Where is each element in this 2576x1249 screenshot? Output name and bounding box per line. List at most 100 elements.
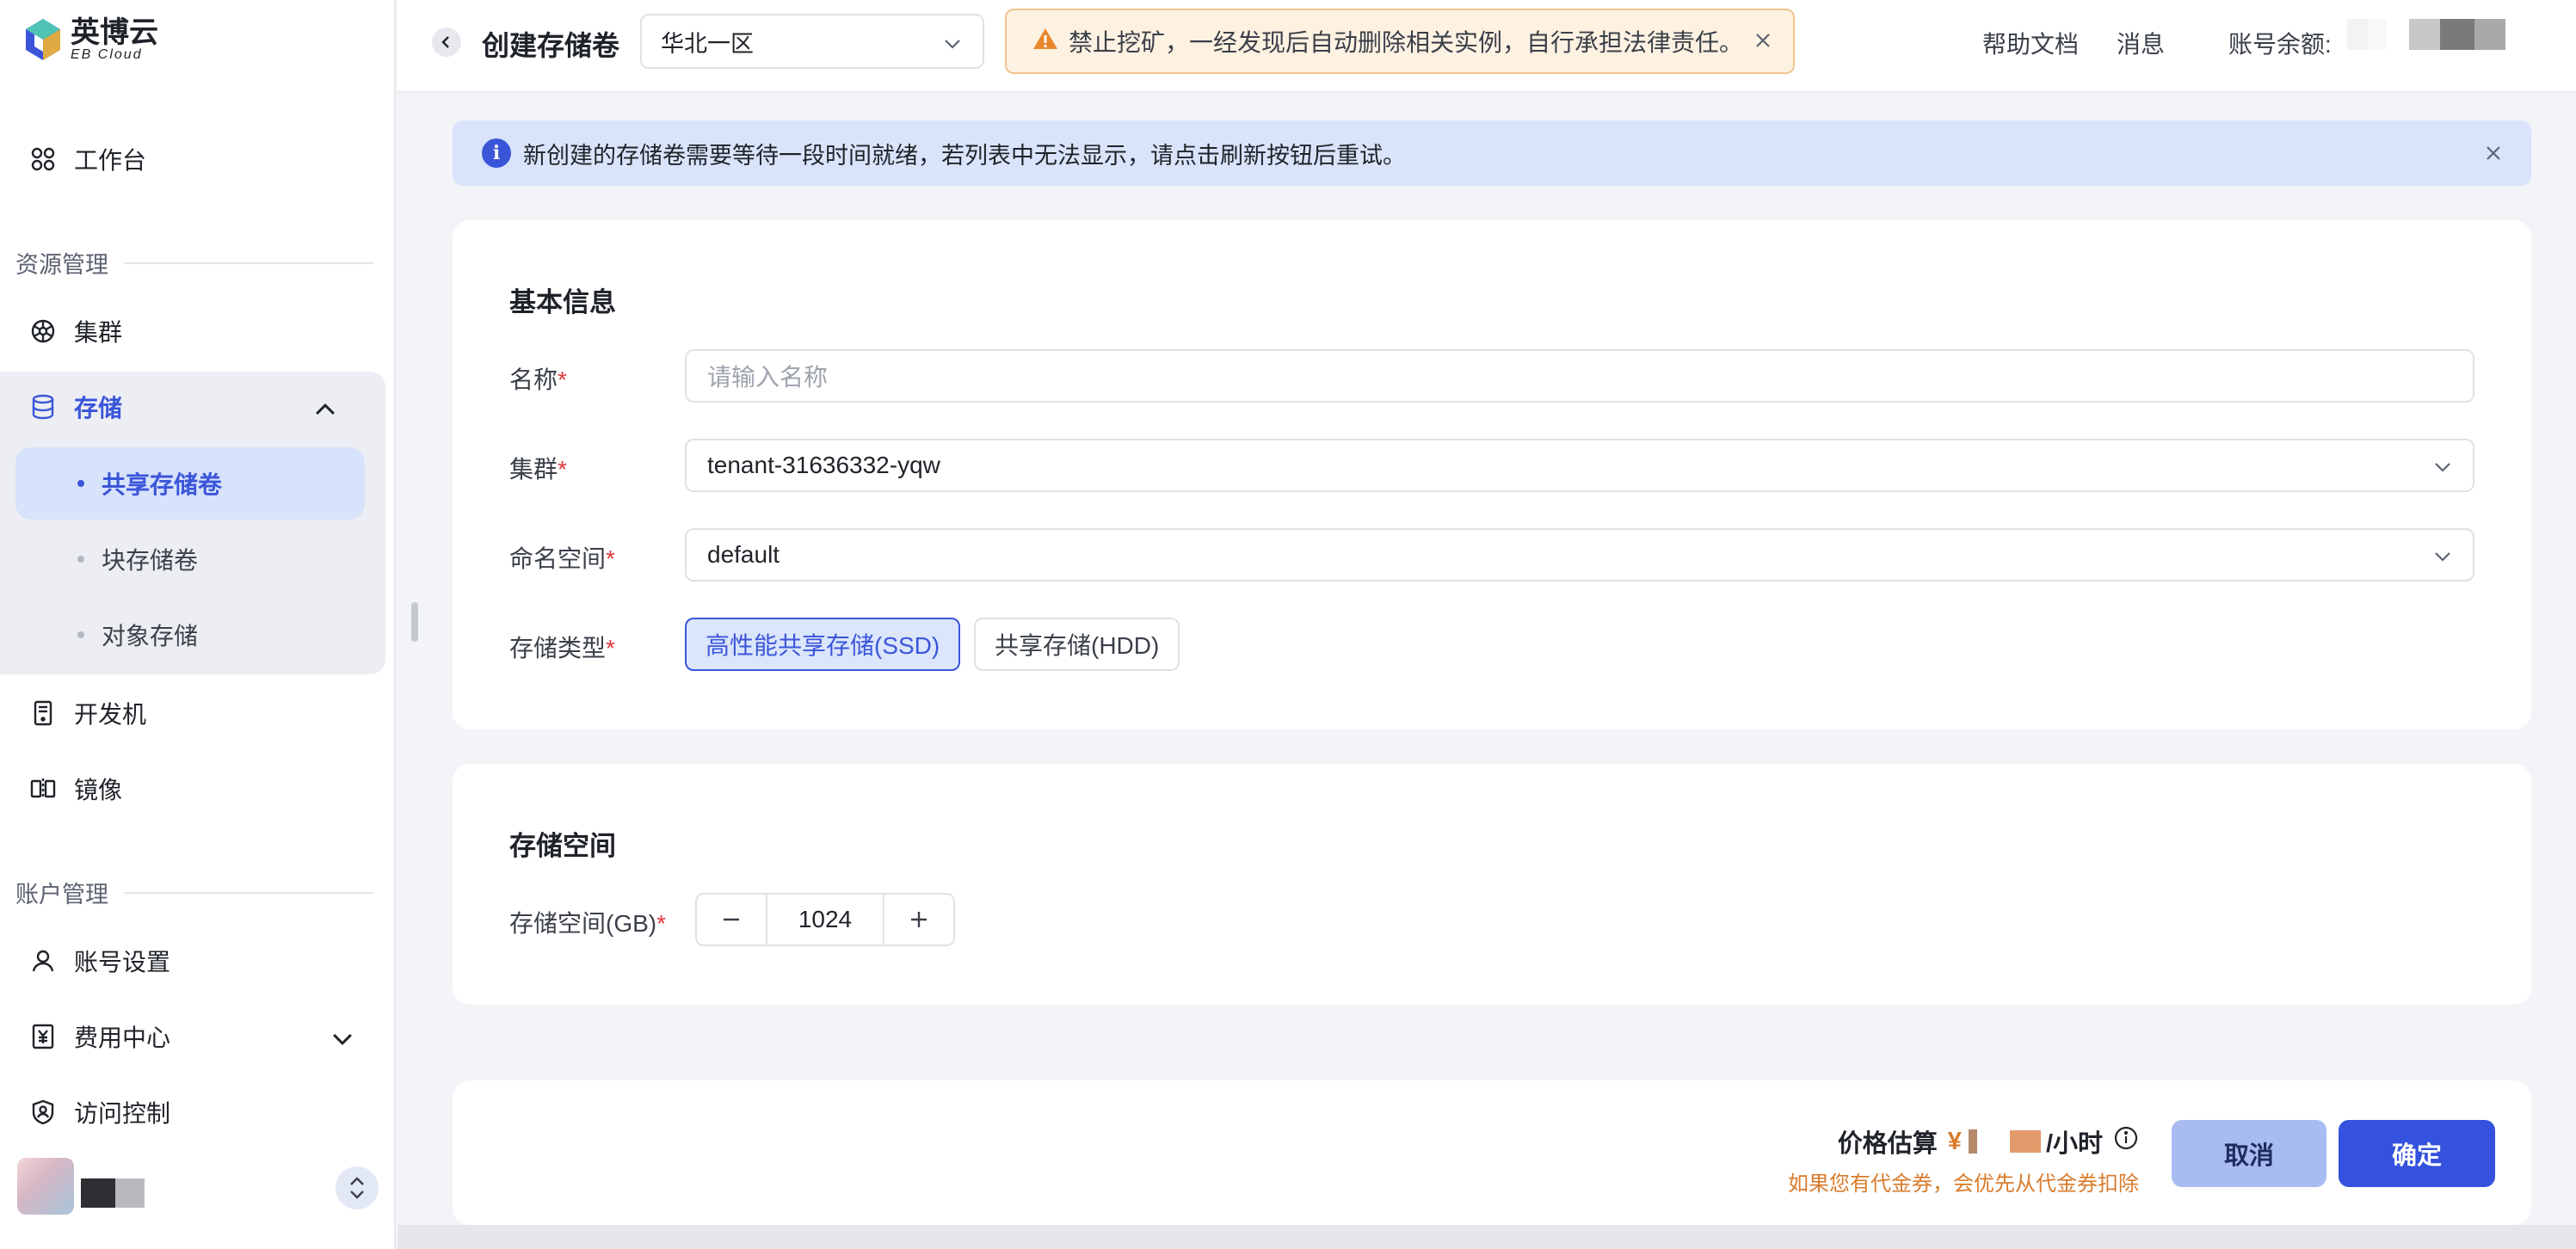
name-input[interactable]: 请输入名称 <box>685 349 2474 403</box>
required-mark: * <box>606 635 615 661</box>
user-profile[interactable] <box>17 1158 379 1218</box>
price-redacted <box>1968 1129 1977 1154</box>
switch-account-button[interactable] <box>336 1166 379 1209</box>
space-label: 存储空间(GB)* <box>509 905 666 939</box>
sidebar-item-image[interactable]: 镜像 <box>15 754 385 824</box>
balance-label: 账号余额: <box>2228 31 2332 58</box>
sidebar-item-label: 账号设置 <box>74 949 171 975</box>
voucher-note: 如果您有代金券，会优先从代金券扣除 <box>1788 1172 2139 1196</box>
storage-space-card: 存储空间 存储空间(GB)* 1024 <box>453 764 2531 1005</box>
cluster-value: tenant-31636332-yqw <box>707 452 940 478</box>
info-circle-icon[interactable] <box>2113 1125 2139 1158</box>
name-label-text: 名称 <box>509 366 558 393</box>
chevron-up-icon[interactable] <box>311 396 356 429</box>
warning-text: 禁止挖矿，一经发现后自动删除相关实例，自行承担法律责任。 <box>1069 29 1744 56</box>
sidebar-item-label: 开发机 <box>74 701 147 728</box>
required-mark: * <box>606 545 615 572</box>
required-mark: * <box>656 910 667 937</box>
region-select[interactable]: 华北一区 <box>640 14 984 69</box>
sidebar-item-label: 块存储卷 <box>102 547 199 574</box>
storage-type-ssd-option[interactable]: 高性能共享存储(SSD) <box>685 618 961 671</box>
section-resources-label: 资源管理 <box>15 252 108 278</box>
plus-icon <box>911 912 927 927</box>
billing-icon <box>29 1023 57 1050</box>
space-label-text: 存储空间(GB) <box>509 910 657 937</box>
basic-info-card: 基本信息 名称* 请输入名称 集群* tenant-31636332-yqw 命… <box>453 220 2531 729</box>
sidebar-item-access-control[interactable]: 访问控制 <box>15 1077 385 1147</box>
namespace-select[interactable]: default <box>685 528 2474 581</box>
sidebar-item-devmachine[interactable]: 开发机 <box>15 678 385 748</box>
chevron-left-icon <box>441 36 449 48</box>
section-resources: 资源管理 <box>15 246 373 280</box>
bullet-icon <box>77 480 84 487</box>
section-account-label: 账户管理 <box>15 882 108 908</box>
balance-value-redacted <box>2347 19 2505 50</box>
price-unit: /小时 <box>2045 1130 2103 1158</box>
sidebar-item-label: 对象存储 <box>102 623 199 649</box>
chevron-down-icon <box>2431 545 2454 574</box>
brand-sub: EB Cloud <box>71 47 143 62</box>
sidebar-item-cluster[interactable]: 集群 <box>15 296 385 366</box>
confirm-button[interactable]: 确定 <box>2339 1120 2495 1187</box>
name-placeholder: 请输入名称 <box>707 364 829 391</box>
close-icon[interactable] <box>2481 141 2505 171</box>
sidebar-item-block-volume[interactable]: 块存储卷 <box>15 523 365 595</box>
user-icon <box>29 947 57 975</box>
required-mark: * <box>558 456 567 483</box>
storage-type-label: 存储类型* <box>509 630 615 664</box>
cancel-button[interactable]: 取消 <box>2172 1120 2326 1187</box>
sidebar-item-object-storage[interactable]: 对象存储 <box>15 599 365 671</box>
page-title: 创建存储卷 <box>482 30 620 61</box>
price-label: 价格估算 <box>1837 1130 1938 1158</box>
currency-symbol: ¥ <box>1947 1127 1962 1155</box>
sidebar-item-account-settings[interactable]: 账号设置 <box>15 926 385 996</box>
warning-banner: 禁止挖矿，一经发现后自动删除相关实例，自行承担法律责任。 <box>1005 9 1795 74</box>
section-title-space: 存储空间 <box>509 831 616 861</box>
expand-vertical-icon <box>350 1177 364 1199</box>
messages-link[interactable]: 消息 <box>2117 26 2165 60</box>
minus-icon <box>724 918 739 921</box>
price-estimate: 价格估算 ¥ /小时 <box>1838 1123 2139 1160</box>
sidebar-item-label: 访问控制 <box>74 1100 171 1127</box>
chevron-down-icon[interactable] <box>329 1025 356 1059</box>
close-icon[interactable] <box>1752 29 1774 58</box>
username-redacted <box>115 1178 145 1208</box>
bullet-icon <box>77 631 84 638</box>
increment-button[interactable] <box>884 895 953 944</box>
cluster-select[interactable]: tenant-31636332-yqw <box>685 439 2474 492</box>
storage-type-label-text: 存储类型 <box>509 635 607 661</box>
cluster-label-text: 集群 <box>509 456 558 483</box>
avatar[interactable] <box>17 1158 74 1215</box>
sidebar-resize-handle[interactable] <box>411 602 418 642</box>
sidebar-item-label: 存储 <box>74 395 123 421</box>
namespace-label-text: 命名空间 <box>509 545 607 572</box>
info-icon: i <box>482 138 511 168</box>
image-icon <box>29 775 57 803</box>
brand-name: 英博云 <box>71 16 158 49</box>
sidebar-item-label: 共享存储卷 <box>102 471 223 498</box>
region-value: 华北一区 <box>661 30 754 57</box>
brand-logo[interactable]: 英博云 EB Cloud <box>24 17 158 62</box>
storage-type-hdd-option[interactable]: 共享存储(HDD) <box>974 618 1180 671</box>
decrement-button[interactable] <box>697 895 766 944</box>
space-stepper: 1024 <box>695 893 955 946</box>
help-docs-link[interactable]: 帮助文档 <box>1982 26 2079 60</box>
namespace-value: default <box>707 541 780 568</box>
back-button[interactable] <box>432 28 461 57</box>
sidebar-item-label: 工作台 <box>74 147 147 174</box>
info-text: 新创建的存储卷需要等待一段时间就绪，若列表中无法显示，请点击刷新按钮后重试。 <box>523 142 1406 169</box>
name-label: 名称* <box>509 361 567 396</box>
logo-icon <box>24 17 62 62</box>
warning-icon <box>1032 27 1058 57</box>
space-value-input[interactable]: 1024 <box>766 895 884 944</box>
sidebar-item-shared-volume[interactable]: 共享存储卷 <box>15 447 365 520</box>
sidebar-item-label: 镜像 <box>74 777 123 803</box>
sidebar-item-storage[interactable]: 存储 <box>15 372 385 442</box>
chevron-down-icon <box>2431 456 2454 484</box>
sidebar-item-label: 集群 <box>74 319 123 346</box>
sidebar-item-workbench[interactable]: 工作台 <box>15 124 385 194</box>
chevron-down-icon <box>941 33 964 61</box>
cluster-label: 集群* <box>509 451 567 485</box>
sidebar-item-billing[interactable]: 费用中心 <box>15 1001 385 1072</box>
section-account: 账户管理 <box>15 876 373 909</box>
